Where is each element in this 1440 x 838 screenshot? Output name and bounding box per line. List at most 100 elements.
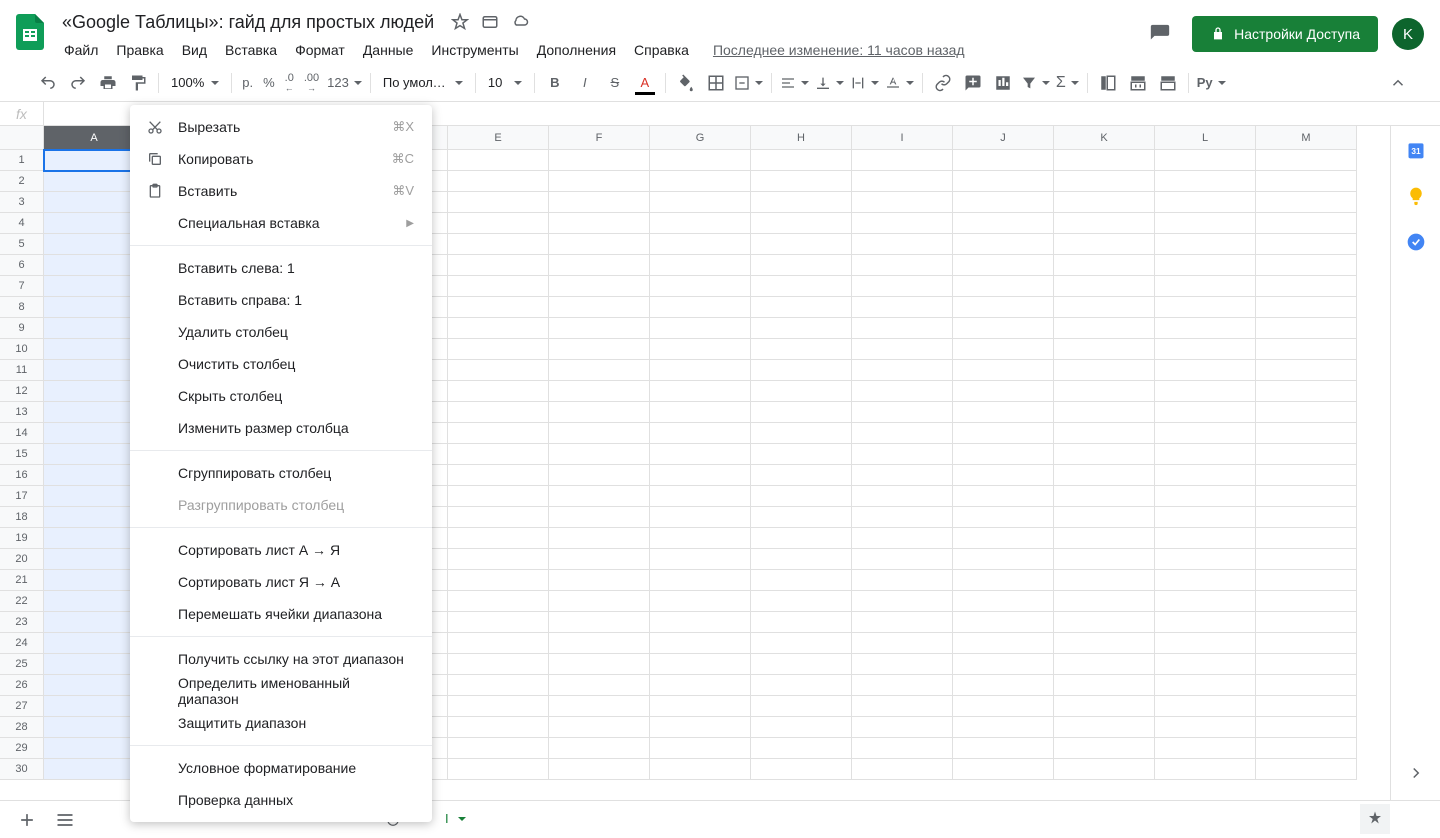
cell[interactable] bbox=[751, 444, 852, 465]
ctx-insert-left[interactable]: Вставить слева: 1 bbox=[130, 252, 432, 284]
cell[interactable] bbox=[1256, 570, 1357, 591]
cell[interactable] bbox=[448, 381, 549, 402]
cell[interactable] bbox=[953, 339, 1054, 360]
cell[interactable] bbox=[1155, 759, 1256, 780]
row-header[interactable]: 30 bbox=[0, 759, 44, 780]
row-header[interactable]: 17 bbox=[0, 486, 44, 507]
cell[interactable] bbox=[1054, 591, 1155, 612]
cell[interactable] bbox=[1054, 633, 1155, 654]
cell[interactable] bbox=[549, 213, 650, 234]
cell[interactable] bbox=[953, 360, 1054, 381]
row-header[interactable]: 8 bbox=[0, 297, 44, 318]
cell[interactable] bbox=[448, 507, 549, 528]
cell[interactable] bbox=[953, 528, 1054, 549]
comment-icon[interactable] bbox=[959, 69, 987, 97]
cell[interactable] bbox=[852, 465, 953, 486]
cell[interactable] bbox=[650, 507, 751, 528]
cell[interactable] bbox=[852, 549, 953, 570]
cell[interactable] bbox=[549, 171, 650, 192]
cell[interactable] bbox=[448, 171, 549, 192]
cell[interactable] bbox=[852, 297, 953, 318]
strikethrough-icon[interactable]: S bbox=[601, 69, 629, 97]
cell[interactable] bbox=[751, 570, 852, 591]
cell[interactable] bbox=[1155, 570, 1256, 591]
col-header[interactable]: M bbox=[1256, 126, 1357, 150]
cell[interactable] bbox=[852, 276, 953, 297]
cell[interactable] bbox=[650, 402, 751, 423]
row-header[interactable]: 2 bbox=[0, 171, 44, 192]
row-header[interactable]: 9 bbox=[0, 318, 44, 339]
row-header[interactable]: 27 bbox=[0, 696, 44, 717]
tasks-icon[interactable] bbox=[1404, 230, 1428, 254]
print-icon[interactable] bbox=[94, 69, 122, 97]
cell[interactable] bbox=[953, 591, 1054, 612]
borders-icon[interactable] bbox=[702, 69, 730, 97]
cell[interactable] bbox=[549, 696, 650, 717]
cell[interactable] bbox=[1054, 297, 1155, 318]
cell[interactable] bbox=[1054, 444, 1155, 465]
cell[interactable] bbox=[1054, 486, 1155, 507]
cell[interactable] bbox=[549, 318, 650, 339]
cell[interactable] bbox=[549, 633, 650, 654]
cell[interactable] bbox=[650, 759, 751, 780]
cell[interactable] bbox=[549, 549, 650, 570]
cell[interactable] bbox=[953, 549, 1054, 570]
cell[interactable] bbox=[1256, 444, 1357, 465]
row-header[interactable]: 10 bbox=[0, 339, 44, 360]
col-header[interactable]: J bbox=[953, 126, 1054, 150]
cell[interactable] bbox=[953, 192, 1054, 213]
cell[interactable] bbox=[650, 696, 751, 717]
cell[interactable] bbox=[1054, 360, 1155, 381]
row-header[interactable]: 26 bbox=[0, 675, 44, 696]
cell[interactable] bbox=[751, 696, 852, 717]
cell[interactable] bbox=[1256, 402, 1357, 423]
cell[interactable] bbox=[549, 486, 650, 507]
cell[interactable] bbox=[751, 318, 852, 339]
cell[interactable] bbox=[549, 360, 650, 381]
cell[interactable] bbox=[549, 675, 650, 696]
col-header[interactable]: H bbox=[751, 126, 852, 150]
row-header[interactable]: 22 bbox=[0, 591, 44, 612]
cell[interactable] bbox=[549, 150, 650, 171]
font-size-select[interactable]: 10 bbox=[482, 70, 528, 96]
cell[interactable] bbox=[1054, 171, 1155, 192]
cell[interactable] bbox=[1054, 528, 1155, 549]
cell[interactable] bbox=[953, 486, 1054, 507]
cell[interactable] bbox=[448, 612, 549, 633]
text-wrap-icon[interactable] bbox=[848, 69, 881, 97]
cell[interactable] bbox=[1256, 171, 1357, 192]
cell[interactable] bbox=[448, 360, 549, 381]
cell[interactable] bbox=[1155, 339, 1256, 360]
cell[interactable] bbox=[751, 465, 852, 486]
ctx-resize-col[interactable]: Изменить размер столбца bbox=[130, 412, 432, 444]
expand-toolbar-icon[interactable] bbox=[1384, 69, 1412, 97]
keep-icon[interactable] bbox=[1404, 184, 1428, 208]
cell[interactable] bbox=[1054, 717, 1155, 738]
cell[interactable] bbox=[1256, 339, 1357, 360]
font-select[interactable]: По умолча... bbox=[377, 70, 469, 96]
cell[interactable] bbox=[1256, 276, 1357, 297]
cell[interactable] bbox=[1256, 465, 1357, 486]
cell[interactable] bbox=[751, 675, 852, 696]
number-format-button[interactable]: 123 bbox=[325, 69, 364, 97]
cell[interactable] bbox=[852, 738, 953, 759]
cell[interactable] bbox=[751, 612, 852, 633]
cell[interactable] bbox=[852, 528, 953, 549]
cell[interactable] bbox=[1256, 591, 1357, 612]
cell[interactable] bbox=[852, 213, 953, 234]
cell[interactable] bbox=[751, 150, 852, 171]
cell[interactable] bbox=[448, 402, 549, 423]
cell[interactable] bbox=[1155, 318, 1256, 339]
cell[interactable] bbox=[1155, 612, 1256, 633]
col-header[interactable]: G bbox=[650, 126, 751, 150]
row-header[interactable]: 29 bbox=[0, 738, 44, 759]
cell[interactable] bbox=[1155, 297, 1256, 318]
cell[interactable] bbox=[1155, 171, 1256, 192]
cell[interactable] bbox=[448, 465, 549, 486]
cell[interactable] bbox=[751, 717, 852, 738]
cell[interactable] bbox=[650, 633, 751, 654]
cell[interactable] bbox=[1054, 402, 1155, 423]
cell[interactable] bbox=[751, 759, 852, 780]
cell[interactable] bbox=[549, 612, 650, 633]
cell[interactable] bbox=[1054, 465, 1155, 486]
